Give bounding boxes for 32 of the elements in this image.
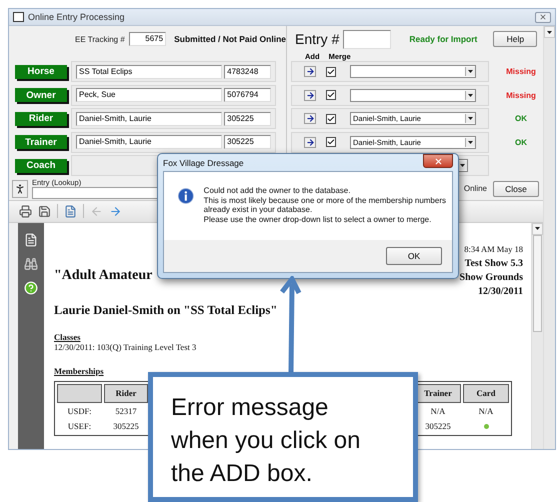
table-cell-text: USEF:	[66, 420, 92, 432]
import-status: Ready for Import	[409, 34, 478, 44]
dialog-message: Could not add the owner to the database. This is most likely because one or more of the membership numbers already exist in your database. Please use the owner drop-down list to select a owner to merge.	[204, 186, 446, 226]
classes-heading: Classes	[54, 332, 82, 342]
show-date: 12/30/2011	[478, 284, 523, 298]
dialog-title: Fox Village Dressage	[163, 158, 244, 168]
class-line: 12/30/2011: 103(Q) Training Level Test 3	[54, 342, 198, 352]
header-cell: Card	[463, 384, 509, 402]
status-text: OK	[514, 114, 528, 124]
status-text: Missing	[505, 67, 537, 76]
table-cell-text: N/A	[430, 404, 446, 418]
report-time: 8:34 AM May 18	[464, 242, 523, 256]
entry-title: Laurie Daniel-Smith on "SS Total Eclips"	[54, 302, 278, 318]
callout-box: Error message when you click on the ADD box.	[148, 372, 418, 502]
table-cell-text: 305225	[424, 420, 452, 432]
table-cell-text: USDF:	[66, 404, 93, 418]
entry-label: Entry #	[295, 31, 340, 47]
table-cell-text: N/A	[478, 404, 494, 418]
table-cell-text: 305225	[112, 420, 140, 432]
venue-name: Show Grounds	[460, 270, 523, 284]
tracking-label: EE Tracking #	[75, 34, 125, 44]
show-name: Test Show 5.3	[464, 256, 523, 270]
memberships-heading: Memberships	[54, 366, 105, 376]
status-text: Missing	[505, 90, 537, 100]
online-label: Online	[464, 184, 487, 193]
header-cell: Trainer	[415, 384, 461, 402]
header-cell: Rider	[104, 384, 148, 402]
status-text: OK	[514, 138, 528, 147]
report-heading: "Adult Amateur	[54, 266, 152, 284]
window-title: Online Entry Processing	[28, 12, 126, 22]
submission-status: Submitted / Not Paid Online	[174, 34, 286, 44]
table-cell-text: 52317	[114, 404, 138, 418]
